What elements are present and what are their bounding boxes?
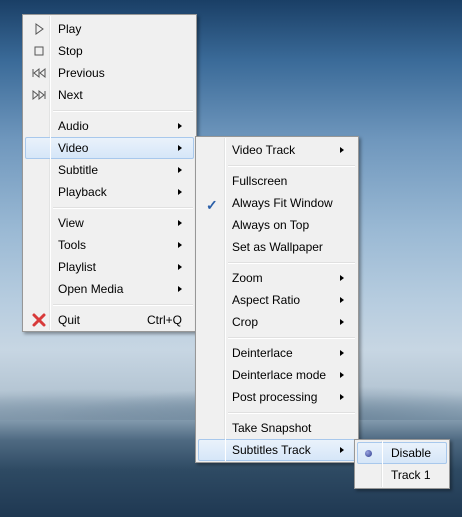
submenu-arrow-icon <box>178 123 182 129</box>
menu-item-audio[interactable]: Audio <box>25 115 194 137</box>
submenu-arrow-icon <box>178 264 182 270</box>
play-icon <box>31 21 47 37</box>
menu-item-post-processing[interactable]: Post processing <box>198 386 356 408</box>
menu-item-fullscreen[interactable]: Fullscreen <box>198 170 356 192</box>
menu-item-playlist[interactable]: Playlist <box>25 256 194 278</box>
menu-item-view[interactable]: View <box>25 212 194 234</box>
menu-item-tools[interactable]: Tools <box>25 234 194 256</box>
menu-item-stop[interactable]: Stop <box>25 40 194 62</box>
submenu-arrow-icon <box>178 286 182 292</box>
subtitles-track-submenu: Disable Track 1 <box>354 439 450 489</box>
checkmark-icon: ✓ <box>206 197 218 213</box>
radio-selected-icon <box>365 450 372 457</box>
menu-separator <box>228 337 355 339</box>
menu-item-quit[interactable]: Quit Ctrl+Q <box>25 309 194 331</box>
next-icon <box>31 87 47 103</box>
menu-item-track-1[interactable]: Track 1 <box>357 464 447 486</box>
submenu-arrow-icon <box>178 220 182 226</box>
menu-separator <box>53 304 193 306</box>
menu-item-play[interactable]: Play <box>25 18 194 40</box>
menu-item-zoom[interactable]: Zoom <box>198 267 356 289</box>
menu-item-set-as-wallpaper[interactable]: Set as Wallpaper <box>198 236 356 258</box>
menu-item-aspect-ratio[interactable]: Aspect Ratio <box>198 289 356 311</box>
menu-item-deinterlace-mode[interactable]: Deinterlace mode <box>198 364 356 386</box>
menu-item-crop[interactable]: Crop <box>198 311 356 333</box>
menu-item-deinterlace[interactable]: Deinterlace <box>198 342 356 364</box>
menu-item-always-fit-window[interactable]: ✓ Always Fit Window <box>198 192 356 214</box>
submenu-arrow-icon <box>340 297 344 303</box>
submenu-arrow-icon <box>340 447 344 453</box>
submenu-arrow-icon <box>340 350 344 356</box>
menu-separator <box>53 207 193 209</box>
menu-item-disable[interactable]: Disable <box>357 442 447 464</box>
submenu-arrow-icon <box>340 275 344 281</box>
previous-icon <box>31 65 47 81</box>
menu-separator <box>53 110 193 112</box>
menu-item-video-track[interactable]: Video Track <box>198 139 356 161</box>
submenu-arrow-icon <box>340 147 344 153</box>
submenu-arrow-icon <box>178 145 182 151</box>
submenu-arrow-icon <box>178 242 182 248</box>
menu-separator <box>228 165 355 167</box>
menu-item-playback[interactable]: Playback <box>25 181 194 203</box>
menu-separator <box>228 412 355 414</box>
quit-icon <box>31 312 47 328</box>
menu-separator <box>228 262 355 264</box>
stop-icon <box>31 43 47 59</box>
menu-item-take-snapshot[interactable]: Take Snapshot <box>198 417 356 439</box>
menu-item-video[interactable]: Video <box>25 137 194 159</box>
menu-item-open-media[interactable]: Open Media <box>25 278 194 300</box>
submenu-arrow-icon <box>340 372 344 378</box>
menu-item-previous[interactable]: Previous <box>25 62 194 84</box>
menu-item-subtitles-track[interactable]: Subtitles Track <box>198 439 356 461</box>
menu-item-subtitle[interactable]: Subtitle <box>25 159 194 181</box>
submenu-arrow-icon <box>340 394 344 400</box>
menu-item-next[interactable]: Next <box>25 84 194 106</box>
submenu-arrow-icon <box>178 189 182 195</box>
video-submenu: Video Track Fullscreen ✓ Always Fit Wind… <box>195 136 359 463</box>
submenu-arrow-icon <box>340 319 344 325</box>
submenu-arrow-icon <box>178 167 182 173</box>
main-context-menu: Play Stop Previous Next Audio Video Subt… <box>22 14 197 332</box>
menu-item-always-on-top[interactable]: Always on Top <box>198 214 356 236</box>
